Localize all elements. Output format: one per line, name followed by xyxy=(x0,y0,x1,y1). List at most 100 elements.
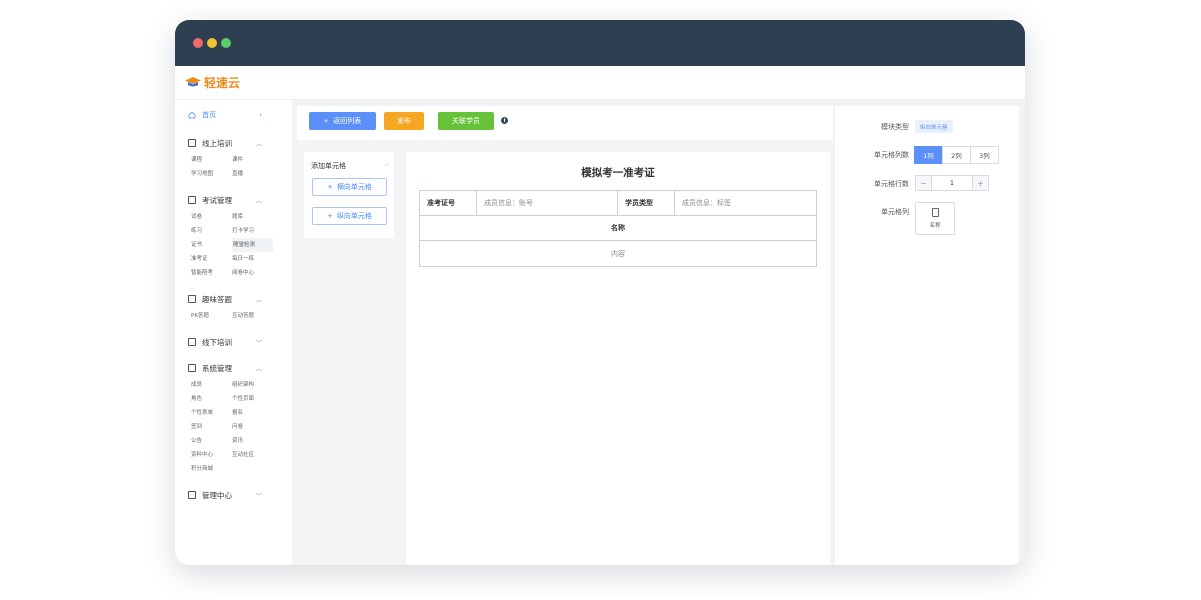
sidebar-group-header[interactable]: 管理中心 ﹀ xyxy=(175,488,292,502)
sidebar-group-header[interactable]: 线上培训 ︿ xyxy=(175,136,292,150)
rows-value[interactable]: 1 xyxy=(931,176,973,190)
sidebar-subitem[interactable]: 课程 xyxy=(191,153,232,167)
sidebar-home-label: 首页 xyxy=(202,111,216,119)
sidebar-subitem[interactable]: 互动社区 xyxy=(232,448,273,462)
column-option-1[interactable]: 1列 xyxy=(914,146,943,164)
sidebar-subitem[interactable]: 试卷 xyxy=(191,210,232,224)
sidebar-subitem[interactable]: 学习地图 xyxy=(191,167,232,181)
sidebar-subitem[interactable]: 角色 xyxy=(191,392,232,406)
sidebar-subitem[interactable]: 互动答题 xyxy=(232,309,273,323)
sidebar-subitem[interactable]: 报名 xyxy=(232,406,273,420)
sidebar-subitems: 试卷 题库 练习 打卡学习 证书 随堂检测 准考证 每日一练 智能陪考 阅卷中心 xyxy=(175,210,292,280)
sidebar-subitem[interactable]: 直播 xyxy=(232,167,273,181)
sidebar-subitem[interactable]: 签到 xyxy=(191,420,232,434)
window-titlebar xyxy=(175,20,1025,66)
sidebar-group-header[interactable]: 系统管理 ︿ xyxy=(175,361,292,375)
sidebar-subitem[interactable]: 组织架构 xyxy=(232,378,273,392)
sidebar-subitem[interactable]: PK答题 xyxy=(191,309,232,323)
properties-panel: 模块类型 纵向单元格 单元格列数 1列 2列 3列 单元格行数 − 1 + 单元… xyxy=(835,106,1019,565)
sidebar-group-label: 线上培训 xyxy=(202,138,232,148)
column-option-3[interactable]: 3列 xyxy=(970,146,999,164)
chevron-up-icon: ︿ xyxy=(255,197,262,205)
cell-tag-value[interactable]: 成员信息：标签 xyxy=(675,191,816,215)
certificate-row[interactable]: 准考证号 成员信息：账号 学员类型 成员信息：标签 xyxy=(420,191,816,216)
add-horizontal-cell-label: 横向单元格 xyxy=(336,183,372,191)
certificate-title: 模拟考一准考证 xyxy=(581,167,655,179)
sidebar-group-label: 管理中心 xyxy=(202,490,232,500)
chevron-down-icon: ﹀ xyxy=(255,492,262,500)
cell-card-label: 名称 xyxy=(929,223,941,229)
chevron-right-icon: › xyxy=(259,111,262,119)
module-type-tag: 纵向单元格 xyxy=(915,120,953,133)
cell-column-card[interactable]: 名称 xyxy=(915,202,955,235)
link-students-button[interactable]: 关联学员 xyxy=(438,112,494,130)
add-horizontal-cell-button[interactable]: + 横向单元格 xyxy=(312,178,387,196)
plus-icon: + xyxy=(327,183,333,191)
cell-name-label[interactable]: 名称 xyxy=(420,216,816,240)
sidebar-subitem[interactable]: 资料中心 xyxy=(191,448,232,462)
decrement-button[interactable]: − xyxy=(916,176,931,190)
sidebar-group-header[interactable]: 趣味答题 ︿ xyxy=(175,292,292,306)
sidebar-group: 趣味答题 ︿ PK答题 互动答题 xyxy=(175,292,292,323)
column-count-selector: 1列 2列 3列 xyxy=(914,146,999,164)
add-vertical-cell-label: 纵向单元格 xyxy=(336,212,372,220)
chevron-up-icon: ︿ xyxy=(255,140,262,148)
app-logo[interactable]: 轻速云 xyxy=(185,72,240,92)
sidebar-group-label: 考试管理 xyxy=(202,195,232,205)
sidebar-subitem[interactable]: 准考证 xyxy=(191,252,232,266)
sidebar-group-label: 趣味答题 xyxy=(202,294,232,304)
main-area: « 返回列表 发布 关联学员 i 添加单元格 ⌵ + 横向单元格 + 纵向单元格 xyxy=(297,106,833,565)
cell-account-value[interactable]: 成员信息：账号 xyxy=(477,191,618,215)
certificate-canvas: 模拟考一准考证 准考证号 成员信息：账号 学员类型 成员信息：标签 名称 内容 xyxy=(406,152,830,565)
info-icon[interactable]: i xyxy=(501,117,508,124)
sidebar-subitem[interactable]: 问卷 xyxy=(232,420,273,434)
sidebar-subitem[interactable]: 每日一练 xyxy=(232,252,273,266)
sidebar-subitem[interactable]: 个性页面 xyxy=(232,392,273,406)
minimize-window-dot[interactable] xyxy=(207,38,217,48)
rows-stepper: − 1 + xyxy=(915,175,989,191)
sidebar-subitem[interactable]: 打卡学习 xyxy=(232,224,273,238)
sidebar-group-header[interactable]: 考试管理 ︿ xyxy=(175,193,292,207)
certificate-row[interactable]: 内容 xyxy=(420,241,816,266)
sidebar-group-label: 线下培训 xyxy=(202,337,232,347)
sidebar-subitem[interactable]: 公告 xyxy=(191,434,232,448)
sidebar-group: 线下培训 ﹀ xyxy=(175,335,292,349)
app-header: 轻速云 xyxy=(175,66,1025,100)
sidebar-subitem[interactable]: 智能陪考 xyxy=(191,266,232,280)
sidebar-subitems: 课程 课件 学习地图 直播 xyxy=(175,153,292,181)
double-chevron-left-icon: « xyxy=(323,117,329,125)
sidebar-subitem[interactable]: 阅卷中心 xyxy=(232,266,273,280)
back-to-list-button[interactable]: « 返回列表 xyxy=(309,112,376,130)
plus-icon: + xyxy=(327,212,333,220)
sidebar-subitem[interactable]: 资讯 xyxy=(232,434,273,448)
cell-content-value[interactable]: 内容 xyxy=(420,241,816,266)
sidebar-subitem[interactable]: 练习 xyxy=(191,224,232,238)
sidebar-subitem[interactable]: 题库 xyxy=(232,210,273,224)
sidebar-subitem[interactable]: 成员 xyxy=(191,378,232,392)
publish-button[interactable]: 发布 xyxy=(384,112,424,130)
graduation-cap-icon xyxy=(185,77,201,87)
sidebar-group-header[interactable]: 线下培训 ﹀ xyxy=(175,335,292,349)
cell-admission-number-label[interactable]: 准考证号 xyxy=(420,191,477,215)
column-option-2[interactable]: 2列 xyxy=(942,146,971,164)
certificate-table: 准考证号 成员信息：账号 学员类型 成员信息：标签 名称 内容 xyxy=(419,190,817,267)
sidebar-subitem[interactable]: 随堂检测 xyxy=(232,238,273,252)
certificate-row[interactable]: 名称 xyxy=(420,216,816,241)
chevron-down-icon[interactable]: ⌵ xyxy=(384,161,389,169)
sidebar-subitem[interactable]: 积分商城 xyxy=(191,462,232,476)
exam-icon xyxy=(188,196,196,204)
sidebar-subitem[interactable]: 课件 xyxy=(232,153,273,167)
chevron-up-icon: ︿ xyxy=(255,296,262,304)
maximize-window-dot[interactable] xyxy=(221,38,231,48)
sidebar-subitem[interactable]: 证书 xyxy=(191,238,232,252)
add-vertical-cell-button[interactable]: + 纵向单元格 xyxy=(312,207,387,225)
columns-label: 单元格列数 xyxy=(874,151,909,159)
add-cell-panel: 添加单元格 ⌵ + 横向单元格 + 纵向单元格 xyxy=(304,152,394,238)
increment-button[interactable]: + xyxy=(973,176,988,190)
sidebar-subitem[interactable]: 个性表单 xyxy=(191,406,232,420)
cell-student-type-label[interactable]: 学员类型 xyxy=(618,191,675,215)
close-window-dot[interactable] xyxy=(193,38,203,48)
monitor-icon xyxy=(188,139,196,147)
sidebar-item-home[interactable]: 首页 › xyxy=(175,106,292,124)
chevron-down-icon: ﹀ xyxy=(255,339,262,347)
